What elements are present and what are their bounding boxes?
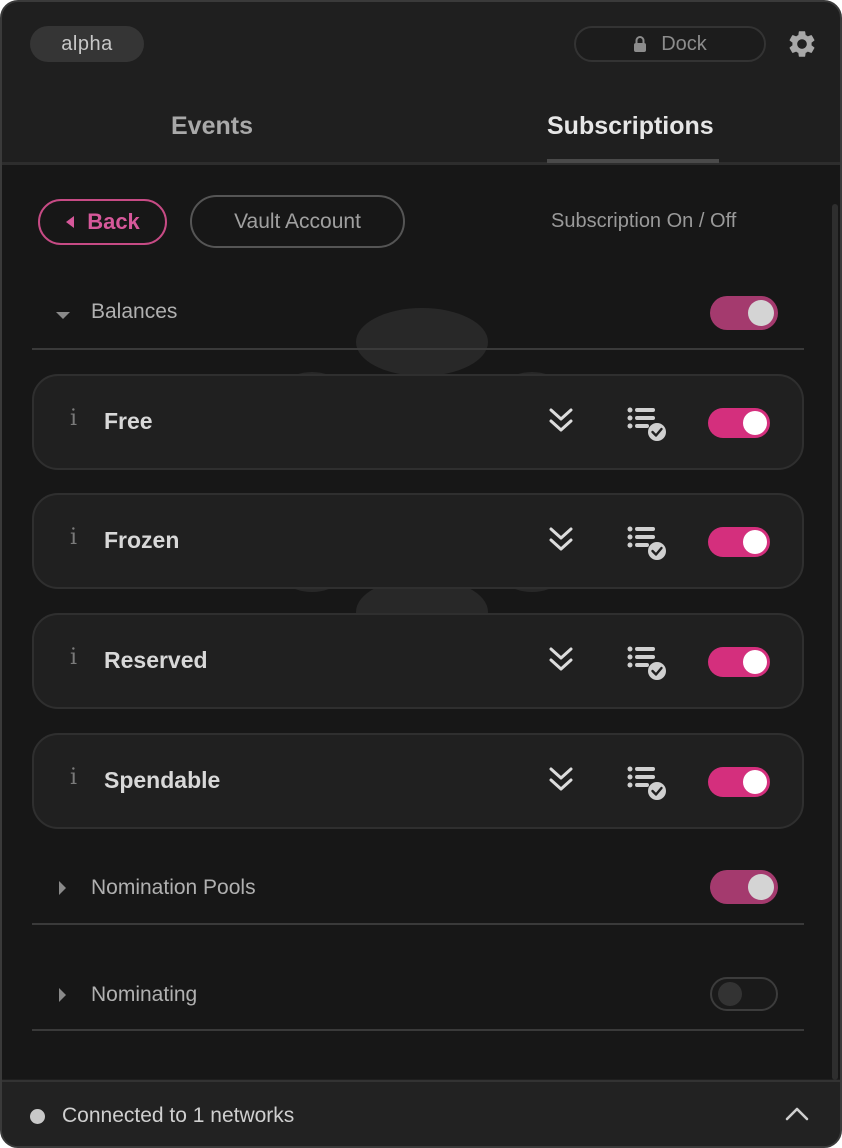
active-tab-underline: [547, 159, 719, 163]
section-balances-label: Balances: [91, 300, 178, 323]
nomination-pools-toggle[interactable]: [710, 870, 778, 904]
toggle-knob: [743, 411, 767, 435]
balance-item-frozen: i Frozen: [32, 493, 804, 589]
double-chevron-down-icon[interactable]: [546, 765, 576, 795]
caret-right-icon: [59, 988, 66, 1002]
caret-right-icon: [59, 881, 66, 895]
nominating-toggle[interactable]: [710, 977, 778, 1011]
info-icon[interactable]: i: [70, 525, 77, 550]
balance-item-free: i Free: [32, 374, 804, 470]
section-divider: [32, 1029, 804, 1031]
double-chevron-down-icon[interactable]: [546, 645, 576, 675]
double-chevron-down-icon[interactable]: [546, 525, 576, 555]
toggle-knob: [743, 530, 767, 554]
section-divider: [32, 923, 804, 925]
frozen-toggle[interactable]: [708, 527, 770, 557]
list-check-icon[interactable]: [626, 406, 668, 442]
double-chevron-down-icon[interactable]: [546, 406, 576, 436]
section-balances-header[interactable]: Balances: [32, 294, 804, 354]
dock-button[interactable]: Dock: [574, 26, 766, 62]
gear-icon[interactable]: [786, 28, 818, 60]
connection-status: Connected to 1 networks: [62, 1104, 295, 1127]
spendable-toggle[interactable]: [708, 767, 770, 797]
account-pill-label: alpha: [61, 32, 113, 55]
toggle-knob: [743, 770, 767, 794]
toggle-knob: [748, 874, 774, 900]
info-icon[interactable]: i: [70, 645, 77, 670]
status-dot-icon: [30, 1109, 45, 1124]
balance-item-reserved: i Reserved: [32, 613, 804, 709]
lock-icon: [634, 36, 647, 52]
list-check-icon[interactable]: [626, 765, 668, 801]
toggle-knob: [748, 300, 774, 326]
caret-left-icon: [66, 216, 75, 228]
vault-account-button[interactable]: Vault Account: [190, 195, 405, 248]
back-button[interactable]: Back: [38, 199, 167, 245]
section-nomination-pools-label: Nomination Pools: [91, 876, 256, 899]
caret-down-icon: [56, 312, 70, 319]
subscription-toggle-caption: Subscription On / Off: [551, 210, 737, 232]
info-icon[interactable]: i: [70, 406, 77, 431]
reserved-toggle[interactable]: [708, 647, 770, 677]
list-check-icon[interactable]: [626, 645, 668, 681]
status-footer: Connected to 1 networks: [2, 1080, 840, 1146]
scrollbar[interactable]: [832, 204, 838, 1080]
free-toggle[interactable]: [708, 408, 770, 438]
section-nominating-header[interactable]: Nominating: [32, 976, 804, 1036]
toggle-knob: [743, 650, 767, 674]
tab-events[interactable]: Events: [171, 112, 253, 141]
section-divider: [32, 348, 804, 350]
balance-item-label: Reserved: [104, 647, 208, 673]
toggle-knob: [718, 982, 742, 1006]
app-window: alpha Dock Events Subscriptions Back Vau…: [0, 0, 842, 1148]
chevron-up-icon[interactable]: [784, 1104, 810, 1124]
balance-item-spendable: i Spendable: [32, 733, 804, 829]
dock-label: Dock: [661, 32, 707, 55]
account-pill[interactable]: alpha: [30, 26, 144, 62]
vault-account-label: Vault Account: [234, 209, 361, 233]
section-nomination-pools-header[interactable]: Nomination Pools: [32, 869, 804, 929]
balances-toggle[interactable]: [710, 296, 778, 330]
balance-item-label: Free: [104, 408, 153, 434]
section-nominating-label: Nominating: [91, 983, 198, 1006]
balance-item-label: Frozen: [104, 527, 180, 553]
back-label: Back: [87, 209, 140, 234]
balance-item-label: Spendable: [104, 767, 221, 793]
info-icon[interactable]: i: [70, 765, 77, 790]
list-check-icon[interactable]: [626, 525, 668, 561]
tab-subscriptions[interactable]: Subscriptions: [547, 112, 714, 141]
